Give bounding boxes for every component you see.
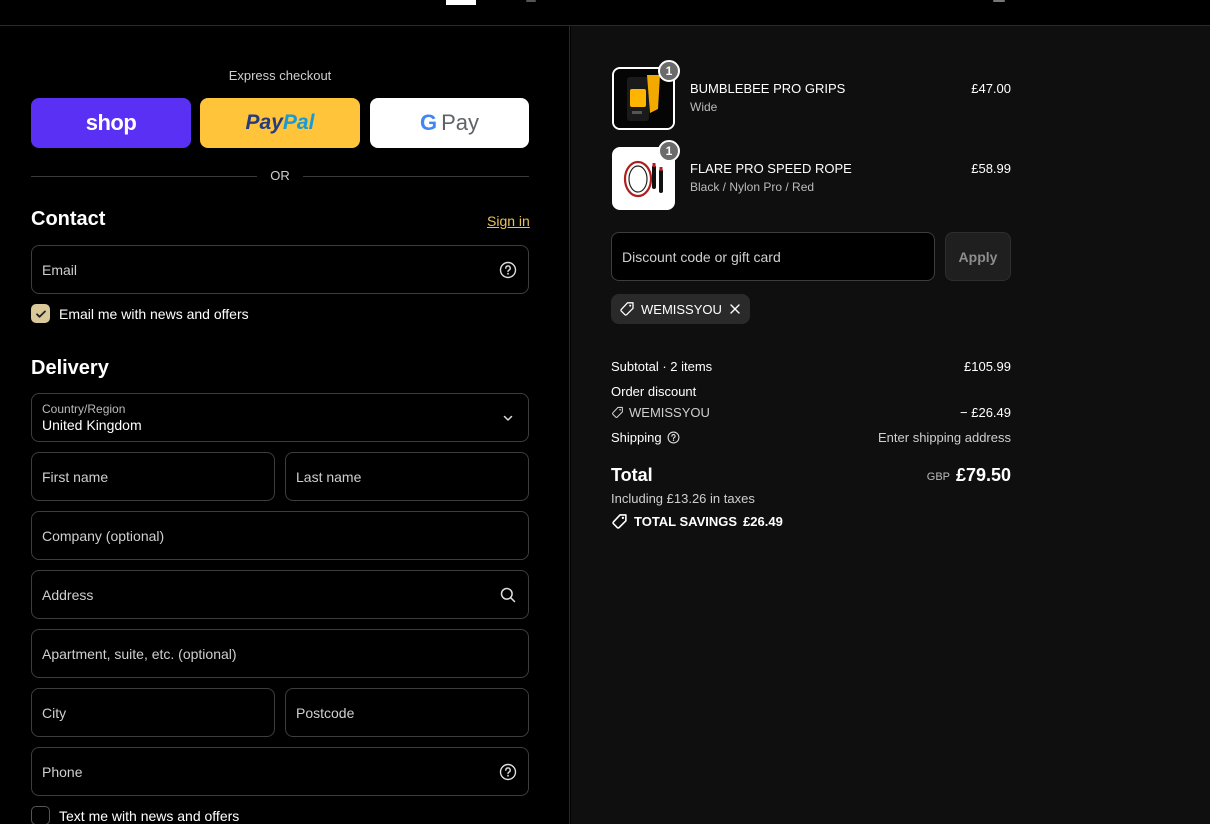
google-g-icon: G xyxy=(419,110,438,135)
remove-discount-icon[interactable] xyxy=(728,302,742,316)
google-pay-button[interactable]: G Pay xyxy=(370,98,529,148)
search-icon xyxy=(500,587,516,603)
text-news-label: Text me with news and offers xyxy=(59,807,240,824)
discount-value: − £26.49 xyxy=(960,405,1011,420)
item-name: BUMBLEBEE PRO GRIPS xyxy=(690,81,846,96)
item-name: FLARE PRO SPEED ROPE xyxy=(690,161,852,176)
discount-code-tag: WEMISSYOU xyxy=(611,405,710,420)
sign-in-link[interactable]: Sign in xyxy=(487,213,530,229)
company-field[interactable]: Company (optional) xyxy=(31,511,529,560)
subtotal-label: Subtotal · 2 items xyxy=(611,359,713,374)
email-news-option[interactable]: Email me with news and offers xyxy=(31,304,249,323)
item-price: £58.99 xyxy=(971,161,1011,176)
tag-icon xyxy=(620,302,634,316)
discount-placeholder: Discount code or gift card xyxy=(622,249,781,265)
order-summary-column: 1 BUMBLEBEE PRO GRIPS Wide £47.00 1 FLAR… xyxy=(571,26,1210,824)
total-label: Total xyxy=(611,465,653,485)
postcode-field[interactable]: Postcode xyxy=(285,688,529,737)
or-divider: OR xyxy=(31,168,529,186)
first-name-placeholder: First name xyxy=(42,469,109,485)
text-news-option[interactable]: Text me with news and offers xyxy=(31,806,239,824)
subtotal-row: Subtotal · 2 items £105.99 xyxy=(611,359,1011,374)
order-discount-row: Order discount xyxy=(611,384,1011,399)
help-icon[interactable] xyxy=(667,431,680,444)
last-name-placeholder: Last name xyxy=(296,469,362,485)
apartment-field[interactable]: Apartment, suite, etc. (optional) xyxy=(31,629,529,678)
apartment-placeholder: Apartment, suite, etc. (optional) xyxy=(42,646,237,662)
shop-pay-button[interactable]: shop xyxy=(31,98,191,148)
help-icon[interactable] xyxy=(499,261,517,279)
paypal-label-part1: Pay xyxy=(245,111,283,134)
phone-field[interactable]: Phone xyxy=(31,747,529,796)
text-news-checkbox[interactable] xyxy=(31,806,50,824)
company-placeholder: Company (optional) xyxy=(42,528,165,544)
checkmark-icon xyxy=(35,310,46,318)
store-logo[interactable] xyxy=(446,0,476,5)
phone-placeholder: Phone xyxy=(42,764,83,780)
apply-discount-button[interactable]: Apply xyxy=(945,232,1011,281)
quantity-badge: 1 xyxy=(658,140,680,162)
email-news-label: Email me with news and offers xyxy=(59,305,249,322)
last-name-field[interactable]: Last name xyxy=(285,452,529,501)
item-variant: Wide xyxy=(690,100,718,114)
cart-icon[interactable] xyxy=(993,0,1005,2)
help-icon[interactable] xyxy=(499,763,517,781)
discount-code-text: WEMISSYOU xyxy=(629,405,710,420)
address-field[interactable]: Address xyxy=(31,570,529,619)
delivery-heading: Delivery xyxy=(31,357,109,379)
total-value: £79.50 xyxy=(955,465,1011,485)
chevron-down-icon xyxy=(503,415,513,421)
total-currency: GBP xyxy=(926,471,950,483)
email-news-checkbox[interactable] xyxy=(31,304,50,323)
shop-pay-label: shop xyxy=(85,110,137,135)
total-savings: TOTAL SAVINGS £26.49 xyxy=(611,513,783,530)
google-pay-label: Pay xyxy=(441,110,480,135)
country-label: Country/Region xyxy=(42,402,126,416)
paypal-button[interactable]: Pay Pal xyxy=(200,98,360,148)
address-placeholder: Address xyxy=(42,587,94,603)
discount-code-input[interactable]: Discount code or gift card xyxy=(611,232,935,281)
checkout-form-column: Express checkout shop Pay Pal G Pay OR Co… xyxy=(0,26,570,824)
country-select[interactable]: Country/Region United Kingdom xyxy=(31,393,529,442)
subtotal-value: £105.99 xyxy=(964,359,1011,374)
item-price: £47.00 xyxy=(971,81,1011,96)
header-icon xyxy=(526,0,536,2)
applied-discount-chip: WEMISSYOU xyxy=(611,294,750,324)
email-field[interactable]: Email xyxy=(31,245,529,294)
tax-note: Including £13.26 in taxes xyxy=(611,491,755,506)
item-variant: Black / Nylon Pro / Red xyxy=(690,180,815,194)
cart-item: 1 BUMBLEBEE PRO GRIPS Wide £47.00 xyxy=(611,60,1011,130)
city-placeholder: City xyxy=(42,705,67,721)
savings-value: £26.49 xyxy=(743,514,783,529)
cart-item: 1 FLARE PRO SPEED ROPE Black / Nylon Pro… xyxy=(611,140,1011,210)
contact-heading: Contact xyxy=(31,208,106,230)
savings-tag-icon xyxy=(612,514,627,529)
savings-label: TOTAL SAVINGS xyxy=(634,514,738,529)
discount-code-row: WEMISSYOU − £26.49 xyxy=(611,405,1011,422)
shipping-label: Shipping xyxy=(611,430,662,445)
city-field[interactable]: City xyxy=(31,688,275,737)
shipping-label-group: Shipping xyxy=(611,430,680,445)
first-name-field[interactable]: First name xyxy=(31,452,275,501)
email-placeholder: Email xyxy=(42,262,78,278)
paypal-label-part2: Pal xyxy=(282,111,315,134)
postcode-placeholder: Postcode xyxy=(296,705,355,721)
discount-code-label: WEMISSYOU xyxy=(641,301,722,317)
tag-icon xyxy=(612,406,623,418)
divider-line-right xyxy=(303,176,529,177)
quantity-badge: 1 xyxy=(658,60,680,82)
top-header xyxy=(0,0,1210,26)
shipping-value: Enter shipping address xyxy=(878,430,1011,445)
shipping-row: Shipping Enter shipping address xyxy=(611,430,1011,445)
country-value: United Kingdom xyxy=(42,417,142,433)
express-checkout-label: Express checkout xyxy=(228,68,332,83)
order-discount-label: Order discount xyxy=(611,384,697,399)
